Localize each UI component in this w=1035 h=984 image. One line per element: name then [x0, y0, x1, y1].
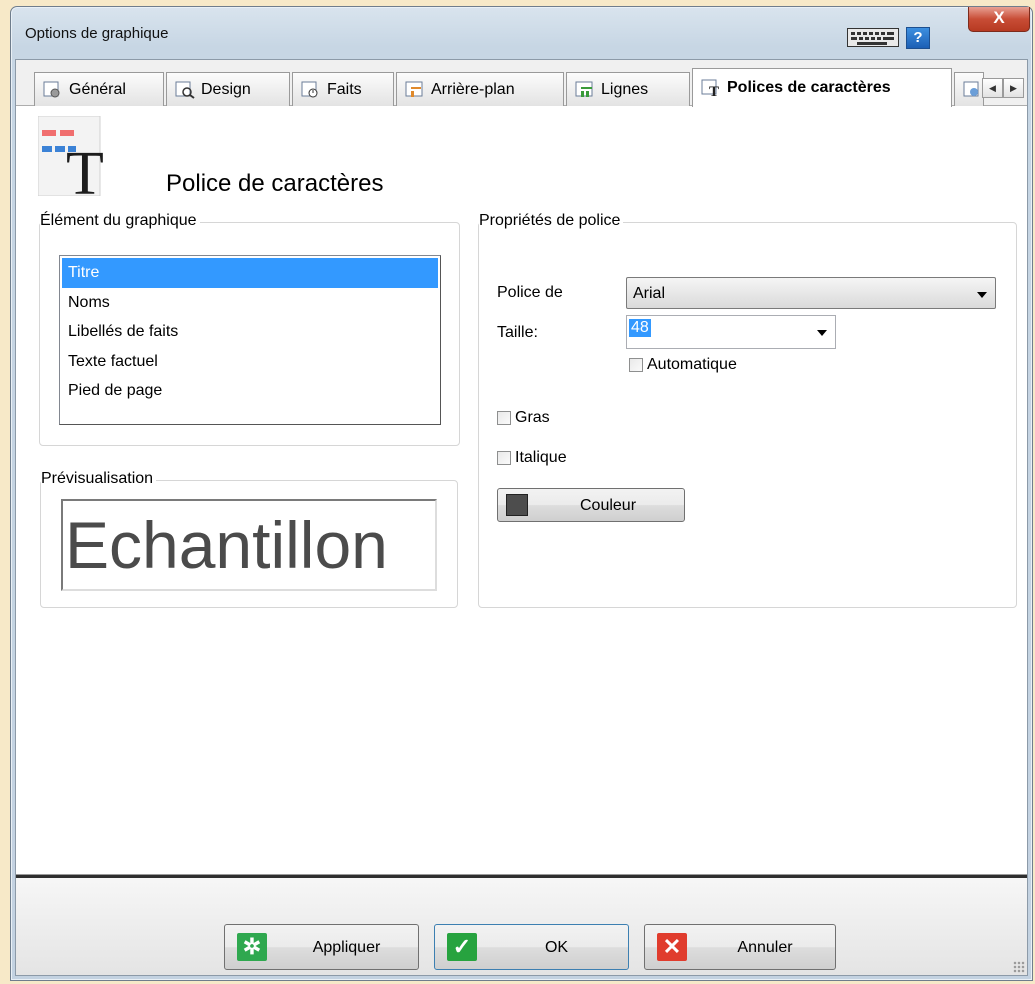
bold-checkbox[interactable]: Gras [497, 409, 550, 427]
chevron-down-icon[interactable] [817, 330, 827, 336]
chevron-down-icon [977, 292, 987, 298]
checkbox-box[interactable] [497, 451, 511, 465]
color-button-label: Couleur [579, 497, 637, 514]
font-label: Police de [497, 284, 563, 301]
close-icon: ✕ [657, 933, 687, 961]
font-properties-group: Propriétés de police Police de Arial Tai… [478, 212, 1017, 608]
element-group: Élément du graphique Titre Noms Libellés… [39, 212, 460, 446]
design-tab-icon [175, 81, 195, 99]
keyboard-icon[interactable] [847, 28, 899, 47]
tab-label: Général [69, 80, 126, 98]
background-tab-icon [405, 81, 423, 97]
resize-grip-icon[interactable] [1013, 961, 1025, 973]
size-combobox-value: 48 [629, 319, 651, 337]
tab-design[interactable]: Design [166, 72, 290, 106]
help-icon[interactable]: ? [906, 27, 930, 49]
preview-box: Echantillon [61, 499, 437, 591]
tab-label: Arrière-plan [431, 80, 515, 98]
size-label: Taille: [497, 324, 538, 341]
general-tab-icon [43, 81, 60, 97]
bold-label: Gras [515, 409, 550, 426]
button-bar: ✲ Appliquer ✓ OK ✕ Annuler [16, 874, 1027, 975]
color-button[interactable]: Couleur [497, 488, 685, 522]
apply-button[interactable]: ✲ Appliquer [224, 924, 419, 970]
tab-label: Polices de caractères [727, 79, 891, 96]
facts-tab-icon [301, 81, 318, 97]
list-item[interactable]: Texte factuel [62, 347, 438, 377]
auto-size-label: Automatique [647, 356, 737, 373]
font-properties-label: Propriétés de police [479, 212, 624, 230]
tab-fonts[interactable]: T Polices de caractères [692, 68, 952, 107]
font-page-icon: T [38, 116, 104, 196]
tab-scroll: ◀ ▶ [982, 78, 1024, 98]
list-item[interactable]: Libellés de faits [62, 317, 438, 347]
checkbox-box[interactable] [629, 358, 643, 372]
fonts-tab-icon: T [701, 79, 719, 97]
italic-label: Italique [515, 449, 567, 466]
svg-text:T: T [709, 84, 719, 97]
svg-text:T: T [66, 140, 104, 196]
ok-button-label: OK [544, 939, 569, 956]
window-title: Options de graphique [25, 25, 169, 42]
cancel-button[interactable]: ✕ Annuler [644, 924, 836, 970]
overflow-tab-icon [963, 81, 979, 96]
list-item[interactable]: Titre [62, 258, 438, 288]
tab-label: Lignes [601, 80, 649, 98]
lines-tab-icon [575, 81, 593, 97]
tab-facts[interactable]: Faits [292, 72, 394, 106]
tab-lines[interactable]: Lignes [566, 72, 690, 106]
tab-label: Design [201, 80, 251, 98]
page-title: Police de caractères [166, 170, 384, 197]
checkbox-box[interactable] [497, 411, 511, 425]
font-select[interactable]: Arial [626, 277, 996, 309]
cancel-button-label: Annuler [737, 939, 793, 956]
preview-sample-text: Echantillon [65, 508, 388, 582]
apply-icon: ✲ [237, 933, 267, 961]
tab-general[interactable]: Général [34, 72, 164, 106]
italic-checkbox[interactable]: Italique [497, 449, 567, 467]
checkmark-icon: ✓ [447, 933, 477, 961]
title-bar[interactable]: Options de graphique ? X [11, 7, 1032, 59]
ok-button[interactable]: ✓ OK [434, 924, 629, 970]
preview-group: Prévisualisation Echantillon [40, 470, 458, 608]
tab-background[interactable]: Arrière-plan [396, 72, 564, 106]
tab-overflow[interactable] [954, 72, 984, 106]
tab-scroll-right-icon[interactable]: ▶ [1003, 78, 1024, 98]
apply-button-label: Appliquer [312, 939, 381, 956]
auto-size-checkbox[interactable]: Automatique [629, 356, 737, 374]
tab-strip: Général Design Faits Arrière-plan Lignes… [16, 60, 1027, 107]
tab-label: Faits [327, 80, 362, 98]
element-listbox[interactable]: Titre Noms Libellés de faits Texte factu… [59, 255, 441, 425]
tab-scroll-left-icon[interactable]: ◀ [982, 78, 1003, 98]
dialog-body: Général Design Faits Arrière-plan Lignes… [15, 59, 1028, 976]
close-button[interactable]: X [968, 7, 1030, 32]
size-combobox[interactable]: 48 [626, 315, 836, 349]
font-select-value: Arial [633, 285, 666, 302]
options-dialog: Options de graphique ? X Général Design [10, 6, 1033, 981]
element-group-label: Élément du graphique [40, 212, 200, 230]
preview-group-label: Prévisualisation [41, 470, 157, 488]
list-item[interactable]: Noms [62, 288, 438, 318]
list-item[interactable]: Pied de page [62, 376, 438, 406]
